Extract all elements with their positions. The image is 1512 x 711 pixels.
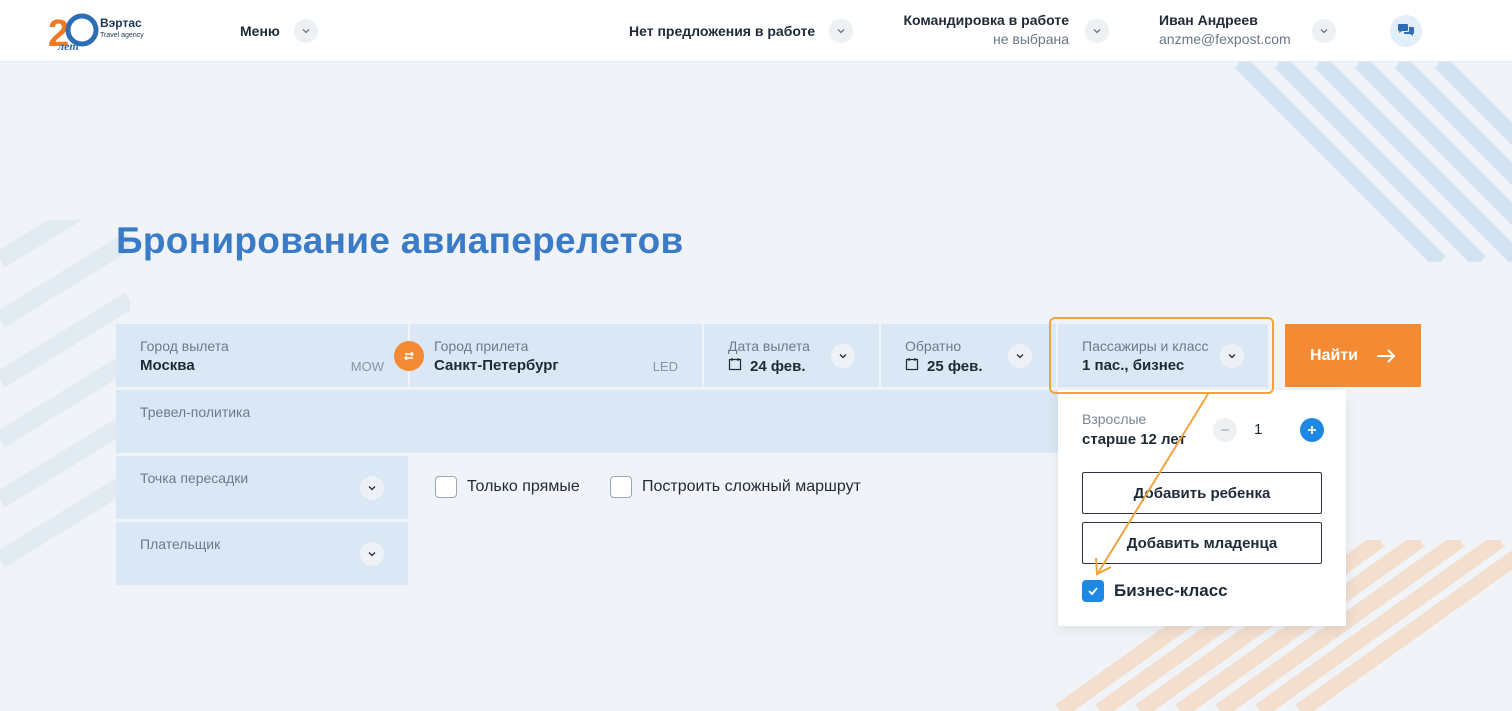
departure-date-value: 24 фев.: [750, 357, 806, 375]
direct-only-label: Только прямые: [467, 478, 580, 495]
background-stripes-left: [0, 220, 130, 568]
chat-button[interactable]: [1390, 15, 1422, 47]
chevron-down-icon[interactable]: [360, 542, 384, 566]
departure-city-value: Москва: [140, 357, 195, 374]
find-button[interactable]: Найти: [1285, 324, 1421, 387]
passengers-dropdown: Взрослые старше 12 лет 1 Добавить ребенк…: [1058, 390, 1346, 626]
passengers-highlight-annotation: [1049, 317, 1274, 394]
arrow-right-icon: [1376, 348, 1396, 363]
trip-selector[interactable]: Командировка в работе не выбрана: [900, 12, 1069, 47]
plus-icon: [1308, 426, 1316, 434]
payer-label: Плательщик: [140, 536, 221, 552]
swap-cities-button[interactable]: [394, 341, 424, 371]
chevron-down-icon[interactable]: [360, 476, 384, 500]
adults-increment-button[interactable]: [1300, 418, 1324, 442]
svg-text:лет: лет: [57, 39, 79, 53]
user-menu[interactable]: Иван Андреев anzme@fexpost.com: [1159, 12, 1291, 47]
arrival-city-value: Санкт-Петербург: [434, 357, 559, 374]
complex-route-label: Построить сложный маршрут: [642, 478, 861, 495]
add-child-button[interactable]: Добавить ребенка: [1082, 472, 1322, 514]
payer-field[interactable]: Плательщик: [116, 522, 408, 585]
complex-route-checkbox[interactable]: Построить сложный маршрут: [610, 476, 861, 498]
arrival-city-field[interactable]: Город прилета Санкт-Петербург LED: [410, 324, 702, 387]
top-header: 2 лет Вэртас Travel agency Меню Нет пред…: [0, 0, 1512, 62]
adults-count: 1: [1254, 421, 1263, 438]
return-date-field[interactable]: Обратно 25 фев.: [881, 324, 1056, 387]
departure-city-field[interactable]: Город вылета Москва MOW: [116, 324, 408, 387]
business-class-checkbox[interactable]: Бизнес-класс: [1082, 580, 1228, 602]
return-date-value: 25 фев.: [927, 357, 983, 375]
page-title: Бронирование авиаперелетов: [116, 220, 684, 261]
adults-decrement-button[interactable]: [1213, 418, 1237, 442]
chevron-down-icon[interactable]: [831, 344, 855, 368]
find-label: Найти: [1310, 346, 1358, 364]
adults-age-label: старше 12 лет: [1082, 431, 1186, 448]
departure-city-label: Город вылета: [140, 338, 229, 354]
calendar-icon: [905, 357, 919, 375]
travel-policy-label: Тревел-политика: [140, 404, 251, 420]
offer-label: Нет предложения в работе: [629, 23, 816, 39]
chevron-down-icon[interactable]: [1312, 19, 1336, 43]
trip-title: Командировка в работе: [903, 12, 1069, 28]
checkmark-icon: [1088, 587, 1098, 596]
chat-icon: [1398, 24, 1414, 36]
offer-dropdown[interactable]: Нет предложения в работе: [629, 19, 854, 43]
minus-icon: [1221, 429, 1229, 431]
background-stripes-top-right: [1234, 62, 1512, 262]
adults-label: Взрослые: [1082, 411, 1147, 427]
swap-icon: [404, 351, 414, 361]
chevron-down-icon[interactable]: [293, 19, 318, 43]
logo-tagline: Travel agency: [100, 32, 144, 39]
add-infant-button[interactable]: Добавить младенца: [1082, 522, 1322, 564]
travel-policy-field[interactable]: Тревел-политика: [116, 390, 1058, 453]
logo[interactable]: 2 лет Вэртас Travel agency: [48, 10, 158, 54]
arrival-city-label: Город прилета: [434, 338, 529, 354]
logo-badge-icon: 2 лет: [48, 13, 99, 54]
transfer-point-label: Точка пересадки: [140, 470, 249, 486]
chevron-down-icon[interactable]: [1085, 19, 1109, 43]
departure-date-field[interactable]: Дата вылета 24 фев.: [704, 324, 879, 387]
transfer-point-field[interactable]: Точка пересадки: [116, 456, 408, 519]
direct-only-box[interactable]: [435, 476, 457, 498]
departure-city-code: MOW: [350, 359, 384, 374]
trip-value: не выбрана: [992, 31, 1069, 47]
menu-dropdown[interactable]: Меню: [240, 19, 318, 43]
arrival-city-code: LED: [652, 359, 678, 374]
user-name: Иван Андреев: [1159, 12, 1258, 28]
complex-route-box[interactable]: [610, 476, 632, 498]
user-email: anzme@fexpost.com: [1159, 31, 1291, 47]
chevron-down-icon[interactable]: [829, 19, 854, 43]
chevron-down-icon[interactable]: [1008, 344, 1032, 368]
business-class-box[interactable]: [1082, 580, 1104, 602]
business-class-label: Бизнес-класс: [1114, 581, 1228, 600]
menu-label: Меню: [240, 23, 280, 39]
calendar-icon: [728, 357, 742, 375]
direct-only-checkbox[interactable]: Только прямые: [435, 476, 580, 498]
logo-brand: Вэртас: [100, 16, 142, 30]
